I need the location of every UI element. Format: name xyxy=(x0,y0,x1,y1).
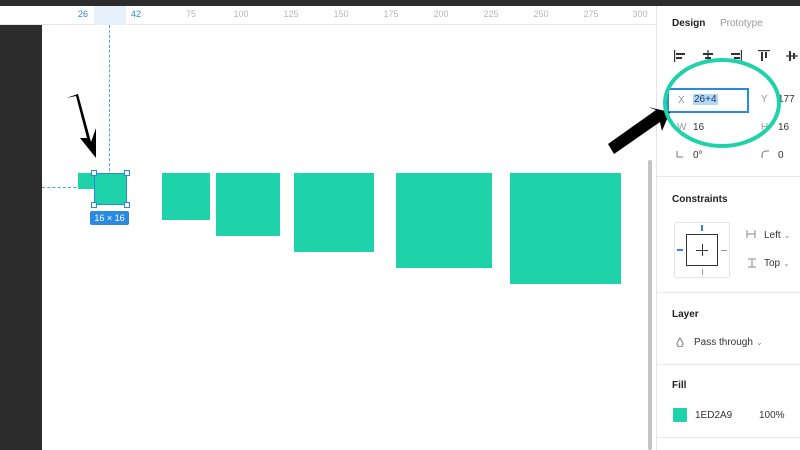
resize-handle[interactable] xyxy=(91,170,97,176)
blend-mode-value: Pass through xyxy=(694,337,753,348)
fill-opacity-field[interactable]: 100% xyxy=(759,410,785,421)
ruler-tick: 125 xyxy=(283,9,299,19)
square-shape[interactable] xyxy=(216,173,280,236)
chevron-down-icon: ⌄ xyxy=(783,259,790,268)
w-label: W xyxy=(677,122,687,133)
square-shape[interactable] xyxy=(162,173,210,220)
vertical-guide-line xyxy=(109,25,110,171)
ruler-tick: 175 xyxy=(383,9,399,19)
drop-icon xyxy=(676,337,684,350)
ruler-tick: 26 xyxy=(77,9,89,19)
constraint-top-indicator[interactable] xyxy=(701,225,703,231)
constraint-center-v xyxy=(702,244,703,256)
size-badge: 16 × 16 xyxy=(90,211,129,225)
fill-title: Fill xyxy=(672,380,687,391)
square-shape[interactable] xyxy=(396,173,492,268)
ruler-tick: 250 xyxy=(533,9,549,19)
fill-hex-field[interactable]: 1ED2A9 xyxy=(695,410,732,421)
y-label: Y xyxy=(761,94,768,105)
y-field[interactable]: 177 xyxy=(778,94,795,105)
vertical-constraint-value: Top xyxy=(764,258,781,269)
ruler-tick: 150 xyxy=(333,9,349,19)
layer-title: Layer xyxy=(672,309,699,320)
constraint-bottom-indicator[interactable] xyxy=(702,269,703,275)
horizontal-constraint-value: Left xyxy=(764,230,781,241)
section-divider xyxy=(657,364,800,365)
align-top-icon[interactable] xyxy=(757,49,771,63)
chevron-down-icon: ⌄ xyxy=(755,338,763,347)
x-position-field[interactable]: X 26+4 xyxy=(667,88,749,113)
height-field[interactable]: 16 xyxy=(778,122,789,133)
ruler-tick: 275 xyxy=(583,9,599,19)
alignment-toolbar xyxy=(673,49,800,65)
corner-radius-icon xyxy=(761,150,770,162)
toolbar-left-panel xyxy=(0,6,42,450)
section-divider xyxy=(657,437,800,438)
horizontal-ruler: 26 42 75 100 125 150 175 200 225 250 275… xyxy=(0,6,656,25)
align-vertical-center-icon[interactable] xyxy=(785,49,799,63)
align-left-icon[interactable] xyxy=(673,49,687,63)
canvas-scrollbar[interactable] xyxy=(648,160,652,450)
constraint-right-indicator[interactable] xyxy=(721,250,727,251)
vertical-constraint-icon xyxy=(748,258,756,271)
resize-handle[interactable] xyxy=(91,202,97,208)
ruler-tick: 42 xyxy=(130,9,142,19)
vertical-constraint-dropdown[interactable]: Top ⌄ xyxy=(764,258,790,269)
rotation-field[interactable]: 0° xyxy=(693,150,703,161)
horizontal-constraint-dropdown[interactable]: Left ⌄ xyxy=(764,230,790,241)
blend-mode-dropdown[interactable]: Pass through ⌄ xyxy=(694,337,763,348)
x-input-value[interactable]: 26+4 xyxy=(693,94,718,105)
ruler-tick: 100 xyxy=(233,9,249,19)
ruler-tick: 225 xyxy=(483,9,499,19)
constraint-left-indicator[interactable] xyxy=(677,249,683,251)
section-divider xyxy=(657,292,800,293)
constraints-inner-box xyxy=(686,234,718,266)
h-label: H xyxy=(761,122,769,133)
ruler-tick: 75 xyxy=(185,9,197,19)
constraints-widget[interactable] xyxy=(674,222,730,278)
constraints-title: Constraints xyxy=(672,194,728,205)
ruler-tick: 200 xyxy=(433,9,449,19)
x-label: X xyxy=(678,95,685,106)
properties-panel: Design Prototype X 26+4 Y 177 W 16 H 16 … xyxy=(656,6,800,450)
square-shape[interactable] xyxy=(294,173,374,252)
tab-design[interactable]: Design xyxy=(672,18,705,29)
fill-color-swatch[interactable] xyxy=(673,408,687,422)
resize-handle[interactable] xyxy=(124,170,130,176)
square-shape[interactable] xyxy=(510,173,621,284)
ruler-tick: 300 xyxy=(632,9,648,19)
rotation-icon xyxy=(676,150,684,161)
horizontal-constraint-icon xyxy=(746,230,756,241)
selection-bounding-box[interactable] xyxy=(91,170,130,208)
resize-handle[interactable] xyxy=(124,202,130,208)
ruler-selection-highlight xyxy=(94,6,126,25)
corner-radius-field[interactable]: 0 xyxy=(778,150,784,161)
tab-prototype[interactable]: Prototype xyxy=(720,18,763,29)
chevron-down-icon: ⌄ xyxy=(783,231,791,240)
width-field[interactable]: 16 xyxy=(693,122,704,133)
align-right-icon[interactable] xyxy=(729,49,743,63)
align-horizontal-center-icon[interactable] xyxy=(701,49,715,63)
section-divider xyxy=(657,176,800,177)
